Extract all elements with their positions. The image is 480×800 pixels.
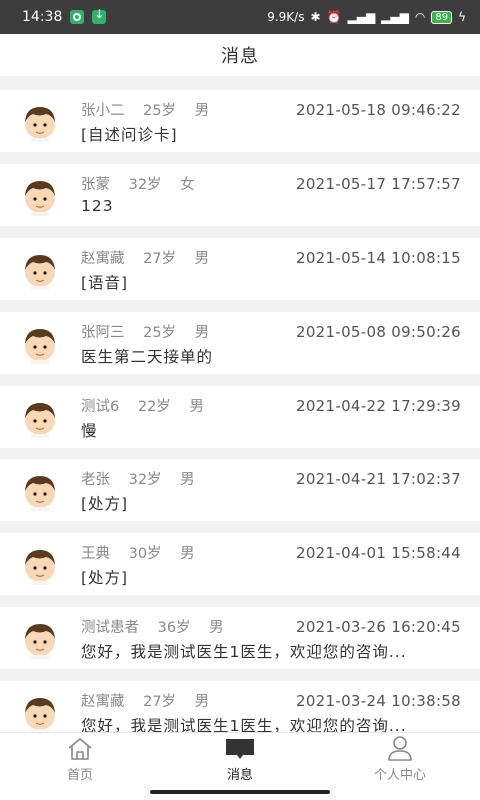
message-preview: [语音] (81, 274, 129, 292)
message-list-item[interactable]: 张蒙 32岁 女 2021-05-17 17:57:57 123 (0, 164, 480, 226)
message-preview: 医生第二天接单的 (81, 348, 214, 366)
battery-icon: 89 (431, 10, 453, 24)
bluetooth-icon: ✱ (310, 10, 321, 24)
page-title-bar: 消息 (0, 34, 480, 76)
message-preview: [自述问诊卡] (81, 126, 178, 144)
patient-age: 25岁 (143, 325, 177, 341)
avatar (20, 619, 60, 659)
tab-profile-label: 个人中心 (373, 768, 426, 783)
patient-age: 32岁 (128, 177, 162, 193)
patient-age: 32岁 (128, 472, 162, 488)
patient-name: 王典 (81, 546, 110, 562)
message-list-item[interactable]: 测试6 22岁 男 2021-04-22 17:29:39 慢 (0, 386, 480, 448)
page-title: 消息 (221, 46, 259, 67)
patient-gender: 男 (180, 546, 195, 562)
patient-age: 30岁 (128, 546, 162, 562)
status-bar: 14:38 9.9K/s ✱ ⏰ ▂▄▆ ▂▄▆ ◠ 89 ϟ (0, 0, 480, 34)
message-time: 2021-03-26 16:20:45 (295, 617, 461, 636)
tab-home-label: 首页 (66, 768, 93, 783)
message-meta: 赵寓藏 27岁 男 2021-05-14 10:08:15 (81, 247, 461, 268)
message-time: 2021-04-01 15:58:44 (295, 543, 461, 562)
message-meta: 张蒙 32岁 女 2021-05-17 17:57:57 (81, 173, 461, 194)
message-meta: 测试6 22岁 男 2021-04-22 17:29:39 (81, 395, 461, 416)
message-time: 2021-05-18 09:46:22 (295, 100, 461, 119)
message-meta: 王典 30岁 男 2021-04-01 15:58:44 (81, 542, 461, 563)
home-icon (68, 738, 92, 760)
patient-gender: 男 (194, 694, 210, 710)
message-meta: 张小二 25岁 男 2021-05-18 09:46:22 (81, 99, 461, 120)
patient-name: 赵寓藏 (81, 251, 125, 267)
avatar (20, 102, 60, 142)
patient-name: 赵寓藏 (81, 694, 125, 710)
message-preview: 慢 (81, 422, 98, 440)
patient-age: 27岁 (143, 251, 177, 267)
message-list-item[interactable]: 张阿三 25岁 男 2021-05-08 09:50:26 医生第二天接单的 (0, 312, 480, 374)
message-meta: 测试患者 36岁 男 2021-03-26 16:20:45 (81, 616, 461, 637)
message-time: 2021-05-17 17:57:57 (295, 174, 461, 193)
message-list-item[interactable]: 老张 32岁 男 2021-04-21 17:02:37 [处方] (0, 459, 480, 521)
message-time: 2021-04-21 17:02:37 (295, 469, 461, 488)
message-meta: 老张 32岁 男 2021-04-21 17:02:37 (81, 468, 461, 489)
alarm-icon: ⏰ (326, 10, 342, 24)
message-time: 2021-05-14 10:08:15 (295, 248, 461, 267)
patient-name: 张阿三 (81, 325, 125, 341)
patient-gender: 男 (194, 325, 210, 341)
patient-name: 测试患者 (81, 620, 139, 636)
signal-icon-2: ▂▄▆ (381, 10, 409, 24)
message-list-item[interactable]: 赵寓藏 27岁 男 2021-05-14 10:08:15 [语音] (0, 238, 480, 300)
patient-age: 36岁 (157, 620, 191, 636)
patient-gender: 女 (180, 177, 195, 193)
patient-gender: 男 (180, 472, 195, 488)
message-preview: [处方] (81, 495, 129, 513)
patient-name: 张蒙 (81, 177, 110, 193)
message-meta: 张阿三 25岁 男 2021-05-08 09:50:26 (81, 321, 461, 342)
message-list-item[interactable]: 赵寓藏 27岁 男 2021-03-24 10:38:58 您好，我是测试医生1… (0, 681, 480, 732)
net-speed: 9.9K/s (267, 10, 305, 24)
patient-gender: 男 (194, 251, 210, 267)
patient-age: 22岁 (137, 399, 171, 415)
avatar (20, 693, 60, 732)
status-time: 14:38 (22, 9, 63, 25)
tab-messages-label: 消息 (226, 768, 253, 783)
avatar (20, 398, 60, 438)
message-preview: 您好，我是测试医生1医生，欢迎您的咨询... (81, 643, 407, 661)
message-meta: 赵寓藏 27岁 男 2021-03-24 10:38:58 (81, 690, 461, 711)
message-preview: [处方] (81, 569, 129, 587)
notification-app-icon (70, 10, 85, 24)
patient-name: 张小二 (81, 103, 125, 119)
message-time: 2021-03-24 10:38:58 (295, 691, 461, 710)
avatar (20, 250, 60, 290)
message-list-item[interactable]: 张小二 25岁 男 2021-05-18 09:46:22 [自述问诊卡] (0, 90, 480, 152)
avatar (20, 545, 60, 585)
avatar (20, 176, 60, 216)
message-time: 2021-04-22 17:29:39 (295, 396, 461, 415)
patient-gender: 男 (189, 399, 204, 415)
patient-age: 27岁 (143, 694, 177, 710)
download-icon (92, 7, 107, 24)
signal-icon: ▂▄▆ (347, 10, 376, 24)
tab-messages[interactable]: 消息 (160, 733, 320, 783)
wifi-icon: ◠ (414, 10, 426, 24)
charging-icon: ϟ (458, 10, 466, 24)
home-indicator[interactable] (150, 790, 330, 794)
message-list-item[interactable]: 王典 30岁 男 2021-04-01 15:58:44 [处方] (0, 533, 480, 595)
message-list-item[interactable]: 测试患者 36岁 男 2021-03-26 16:20:45 您好，我是测试医生… (0, 607, 480, 669)
message-icon (226, 739, 254, 759)
patient-name: 老张 (81, 472, 110, 488)
message-preview: 您好，我是测试医生1医生，欢迎您的咨询... (81, 717, 407, 732)
patient-age: 25岁 (143, 103, 177, 119)
patient-gender: 男 (194, 103, 210, 119)
tab-profile[interactable]: 个人中心 (320, 733, 480, 783)
message-time: 2021-05-08 09:50:26 (295, 322, 461, 341)
patient-gender: 男 (209, 620, 224, 636)
user-icon (388, 736, 412, 761)
message-preview: 123 (81, 197, 114, 215)
patient-name: 测试6 (81, 399, 120, 415)
avatar (20, 324, 60, 364)
avatar (20, 471, 60, 511)
tab-home[interactable]: 首页 (0, 733, 160, 783)
message-list[interactable]: 张小二 25岁 男 2021-05-18 09:46:22 [自述问诊卡] 张蒙… (0, 76, 480, 732)
